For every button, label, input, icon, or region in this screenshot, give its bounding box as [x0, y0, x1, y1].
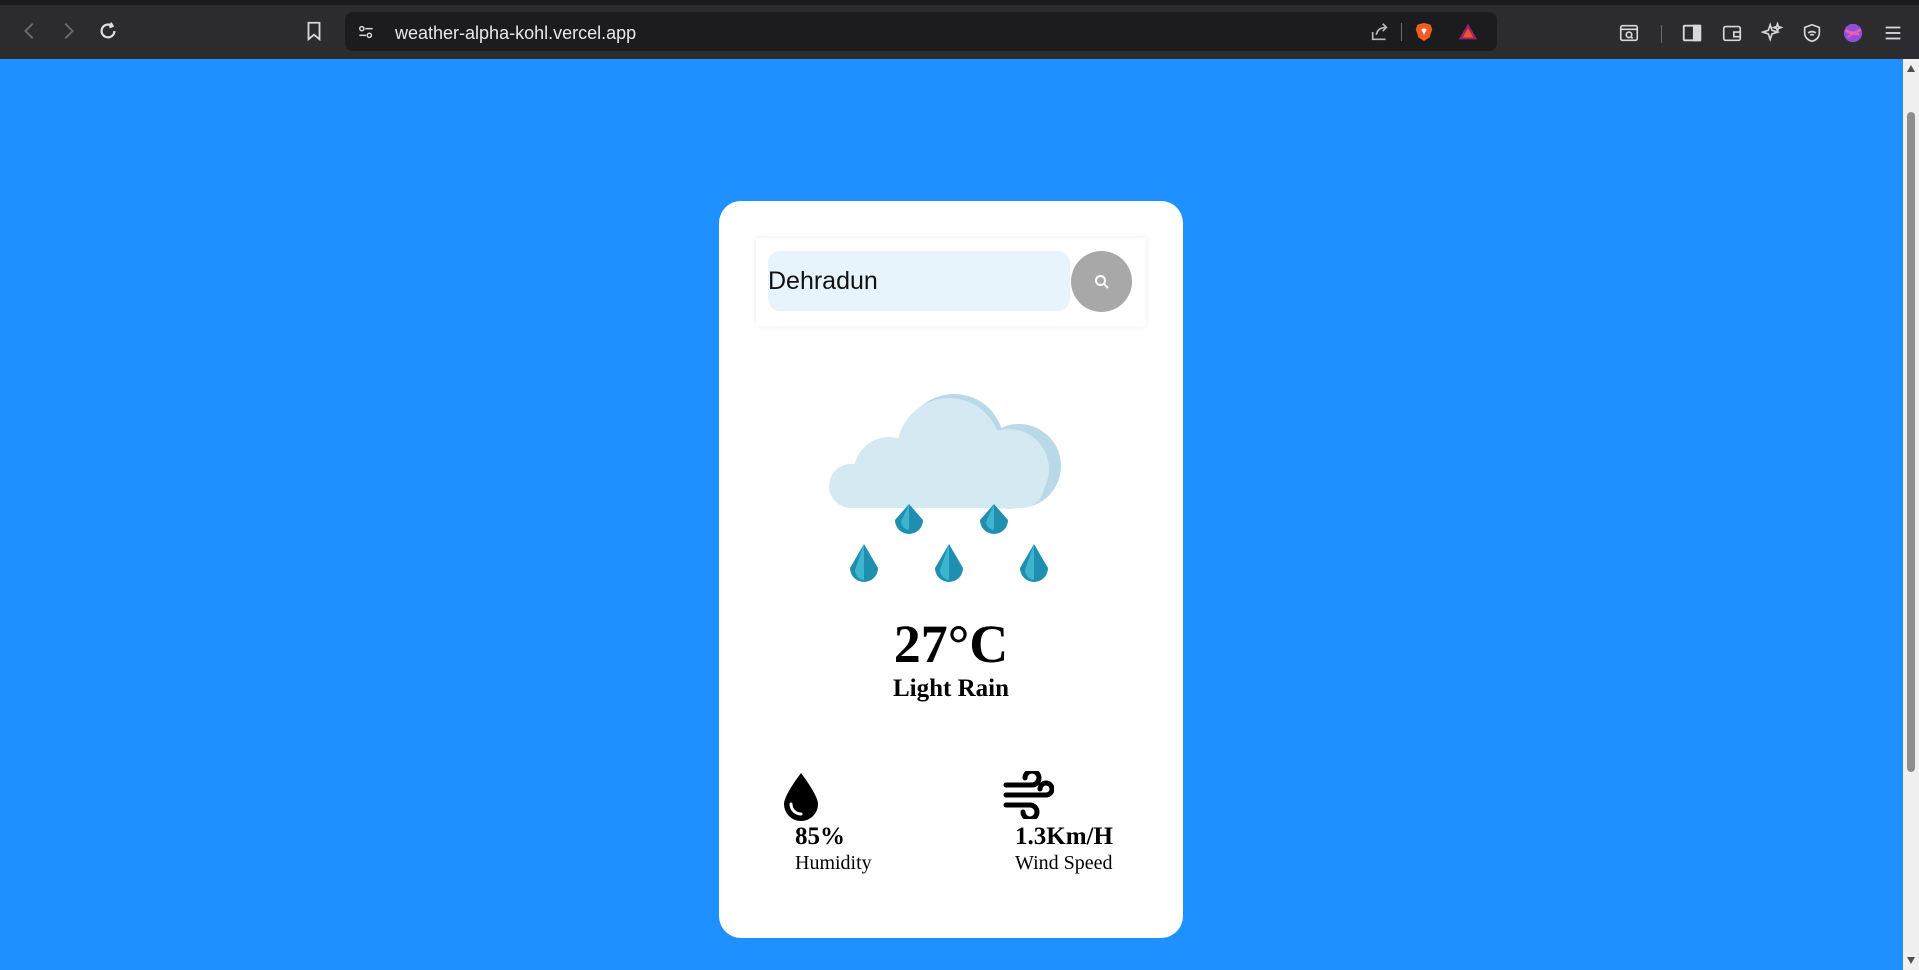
search-icon — [1094, 274, 1109, 289]
scroll-up-arrow-icon[interactable] — [1907, 65, 1915, 72]
wind-speed-label: Wind Speed — [1015, 852, 1113, 874]
reading-list-icon[interactable] — [1617, 21, 1641, 45]
bookmark-icon[interactable] — [302, 19, 326, 43]
toolbar-separator — [1661, 25, 1662, 43]
city-search-input[interactable] — [768, 251, 1070, 311]
address-separator — [1401, 23, 1402, 41]
address-bar[interactable]: weather-alpha-kohl.vercel.app — [345, 12, 1497, 51]
humidity-value: 85% — [795, 823, 845, 850]
browser-toolbar: weather-alpha-kohl.vercel.app — [0, 0, 1919, 59]
wind-icon — [1003, 771, 1054, 819]
weather-card: 27°C Light Rain 85% Humidity 1.3Km/H Win… — [719, 201, 1183, 938]
search-button[interactable] — [1071, 251, 1132, 312]
brave-shields-icon[interactable] — [1413, 21, 1435, 43]
wind-speed-value: 1.3Km/H — [1015, 823, 1113, 850]
wallet-icon[interactable] — [1720, 21, 1744, 45]
search-bar — [756, 238, 1146, 326]
weather-condition: Light Rain — [892, 675, 1009, 702]
menu-icon[interactable] — [1881, 21, 1905, 45]
humidity-drop-icon — [784, 773, 818, 821]
rain-cloud-icon — [829, 394, 1061, 582]
url-text: weather-alpha-kohl.vercel.app — [395, 23, 637, 43]
page-scrollbar[interactable] — [1903, 59, 1919, 970]
site-settings-icon[interactable] — [355, 21, 377, 43]
leo-ai-icon[interactable] — [1760, 21, 1784, 45]
scroll-down-arrow-icon[interactable] — [1907, 957, 1915, 964]
temperature: 27°C — [893, 614, 1009, 674]
brave-rewards-icon[interactable] — [1457, 21, 1479, 43]
sidebar-icon[interactable] — [1680, 21, 1704, 45]
profile-avatar-icon[interactable] — [1841, 21, 1865, 45]
vpn-shield-icon[interactable] — [1800, 21, 1824, 45]
reload-icon[interactable] — [96, 19, 120, 43]
share-icon[interactable] — [1369, 21, 1391, 43]
back-icon[interactable] — [18, 19, 42, 43]
forward-icon[interactable] — [56, 19, 80, 43]
humidity-label: Humidity — [795, 852, 872, 874]
scrollbar-thumb[interactable] — [1907, 112, 1915, 772]
